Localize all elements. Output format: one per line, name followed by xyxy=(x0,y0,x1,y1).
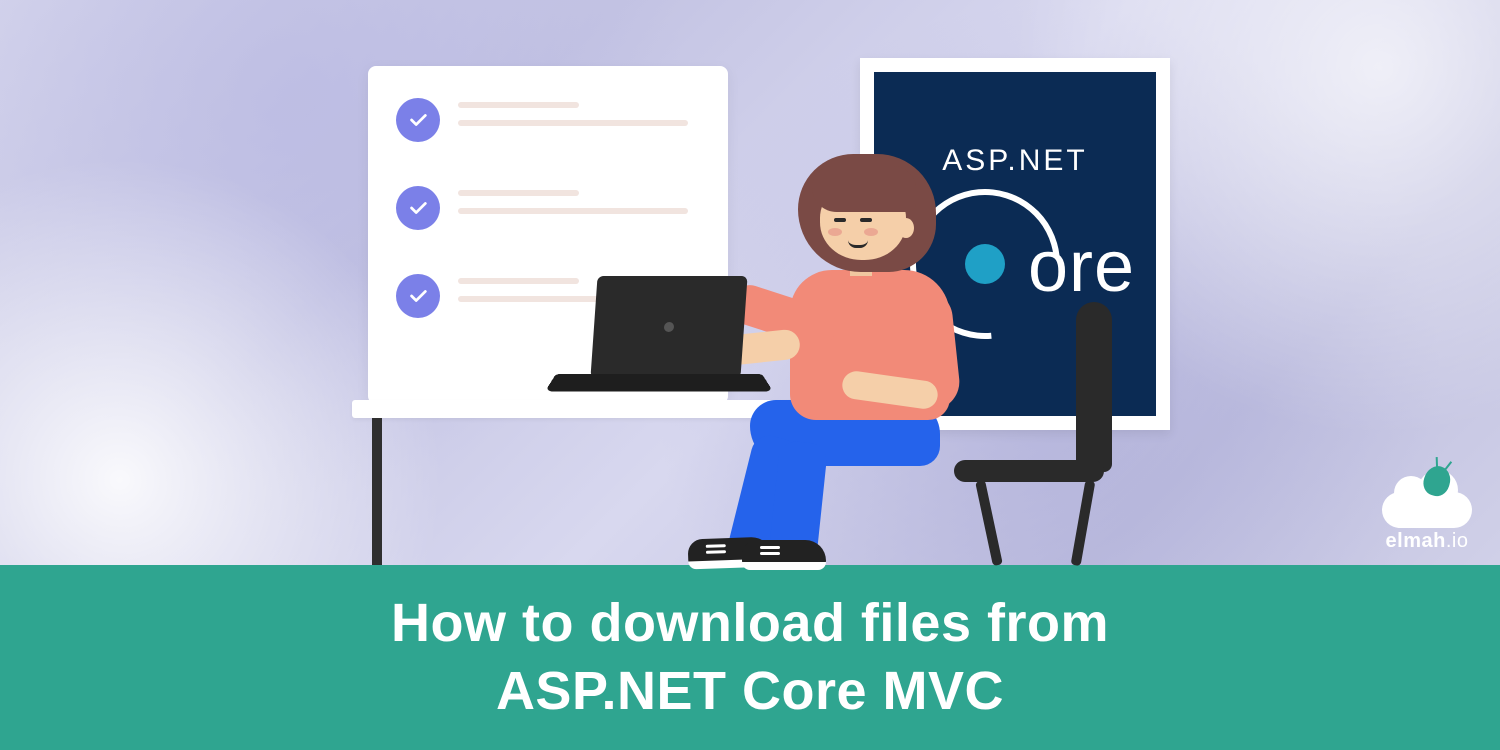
check-icon xyxy=(396,186,440,230)
logo-text-suffix: .io xyxy=(1446,530,1469,552)
checklist-item xyxy=(396,98,700,142)
placeholder-lines xyxy=(458,186,700,214)
placeholder-lines xyxy=(458,98,700,126)
title-line-1: How to download files from xyxy=(391,593,1109,653)
logo-text-main: elmah xyxy=(1386,530,1446,552)
cloud-bug-icon xyxy=(1382,476,1472,528)
hero-illustration: ASP.NET ore xyxy=(0,0,1500,565)
elmah-io-logo: elmah.io xyxy=(1382,476,1472,553)
desk-leg xyxy=(372,418,382,565)
laptop-graphic xyxy=(556,276,762,404)
poster-core-suffix: ore xyxy=(1028,226,1135,308)
title-line-2: ASP.NET Core MVC xyxy=(496,661,1004,721)
check-icon xyxy=(396,98,440,142)
check-icon xyxy=(396,274,440,318)
page-title: How to download files from ASP.NET Core … xyxy=(391,590,1109,725)
title-bar: How to download files from ASP.NET Core … xyxy=(0,565,1500,750)
checklist-item xyxy=(396,186,700,230)
